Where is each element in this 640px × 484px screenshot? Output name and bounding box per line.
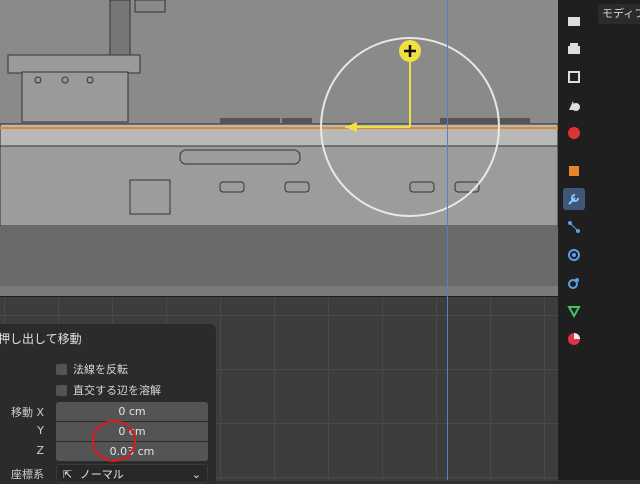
- output-icon[interactable]: [563, 38, 585, 60]
- render-icon[interactable]: [563, 10, 585, 32]
- 3d-viewport[interactable]: [0, 0, 558, 296]
- physics-icon[interactable]: [563, 244, 585, 266]
- dissolve-checkbox[interactable]: 直交する辺を溶解: [56, 382, 161, 398]
- constraints-icon[interactable]: [563, 272, 585, 294]
- modifier-tab[interactable]: モディファ: [598, 4, 640, 24]
- wrench-icon[interactable]: [563, 188, 585, 210]
- move-x-field[interactable]: 0 cm: [56, 402, 208, 421]
- material-icon[interactable]: [563, 328, 585, 350]
- annotation-circle: [92, 420, 136, 462]
- scene-icon[interactable]: [563, 94, 585, 116]
- flip-normals-label: 法線を反転: [73, 363, 128, 376]
- properties-tabs: [558, 0, 590, 480]
- data-icon[interactable]: [563, 300, 585, 322]
- orientation-value: ノーマル: [79, 468, 124, 481]
- checkbox-box[interactable]: [56, 363, 67, 375]
- ship-model: [0, 0, 558, 296]
- object-icon[interactable]: [563, 160, 585, 182]
- move-y-label: Y: [37, 424, 44, 437]
- orientation-icon: ⇱: [63, 468, 73, 481]
- axis-line: [447, 0, 448, 480]
- move-x-label: 移動 X: [10, 406, 44, 419]
- dissolve-label: 直交する辺を溶解: [73, 384, 161, 397]
- checkbox-box[interactable]: [56, 384, 67, 396]
- flip-normals-checkbox[interactable]: 法線を反転: [56, 361, 128, 377]
- move-z-label: Z: [36, 444, 44, 457]
- properties-editor: モディファ: [590, 0, 640, 480]
- operator-title[interactable]: 押し出して移動: [0, 330, 82, 347]
- orientation-select[interactable]: ⇱ ノーマル ⌄: [56, 464, 208, 483]
- world-icon[interactable]: [563, 122, 585, 144]
- view-layer-icon[interactable]: [563, 66, 585, 88]
- chevron-down-icon: ⌄: [191, 468, 201, 481]
- particles-icon[interactable]: [563, 216, 585, 238]
